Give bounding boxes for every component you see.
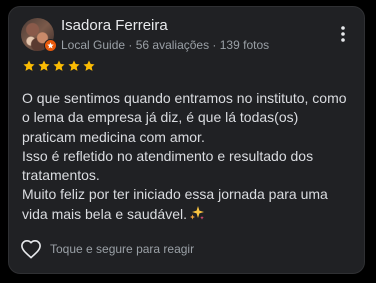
reviewer-name[interactable]: Isadora Ferreira xyxy=(61,17,168,34)
avatar[interactable] xyxy=(21,18,57,52)
star-icon xyxy=(23,60,35,71)
react-hint: Toque e segure para reagir xyxy=(50,242,195,256)
star-icon xyxy=(53,60,65,71)
more-options-button[interactable] xyxy=(331,22,355,46)
review-paragraph-text: Muito feliz por ter iniciado essa jornad… xyxy=(22,186,328,222)
review-text: O que sentimos quando entramos no instit… xyxy=(22,89,354,226)
react-button[interactable]: Toque e segure para reagir xyxy=(20,239,194,259)
star-icon xyxy=(83,60,95,71)
heart-outline-icon xyxy=(21,240,41,259)
review-paragraph: O que sentimos quando entramos no instit… xyxy=(22,90,347,145)
more-vert-icon xyxy=(341,26,345,42)
star-icon xyxy=(38,60,50,71)
star-icon xyxy=(68,60,80,71)
local-guide-badge-icon xyxy=(44,39,57,52)
star-rating xyxy=(22,59,96,73)
sparkles-emoji-icon xyxy=(189,205,205,226)
review-paragraph: Muito feliz por ter iniciado essa jornad… xyxy=(22,185,354,226)
review-card: Isadora Ferreira Local Guide · 56 avalia… xyxy=(8,6,365,274)
review-paragraph: Isso é refletido no atendimento e result… xyxy=(22,147,314,184)
reviewer-meta: Local Guide · 56 avaliações · 139 fotos xyxy=(61,38,270,52)
